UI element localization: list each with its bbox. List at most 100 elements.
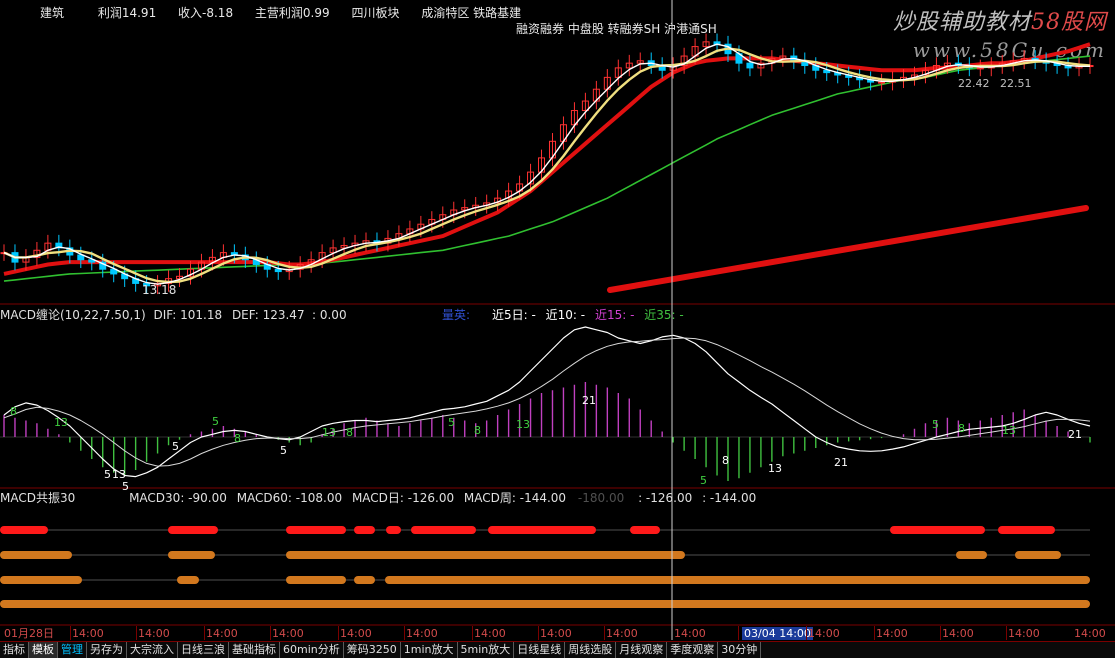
indicator-tab-bar: 指标 模板 管理 另存为 大宗流入 日线三浪 基础指标 60min分析 筹码3250 1min放大… xyxy=(0,641,1115,658)
macd-r2-value: : -144.00 xyxy=(702,491,757,505)
time-label: 14:00 xyxy=(340,627,372,640)
macd-count-label: 8 xyxy=(10,405,17,418)
macd-count-label: 13 xyxy=(322,426,336,439)
tab-12[interactable]: 周线选股 xyxy=(565,642,617,658)
macd-count-label: 8 xyxy=(474,424,481,437)
time-label: 14:00 xyxy=(406,627,438,640)
near15-label: 近15: - xyxy=(594,308,635,322)
tab-2[interactable]: 管理 xyxy=(58,642,87,658)
time-tick xyxy=(204,626,205,640)
time-label: 14:00 xyxy=(72,627,104,640)
time-label: 14:00 xyxy=(138,627,170,640)
macd-count-label: 5 xyxy=(700,474,707,487)
time-tick xyxy=(806,626,807,640)
macd-count-label: 8 xyxy=(234,432,241,445)
macd-def: DEF: 123.47 xyxy=(231,308,305,322)
macd-count-label: 13 xyxy=(54,416,68,429)
macd-header: MACD缠论(10,22,7.50,1) DIF: 101.18 DEF: 12… xyxy=(0,308,305,322)
macd-count-label: 21 xyxy=(834,456,848,469)
resonance-title: MACD共振30 xyxy=(0,491,76,505)
macd-count-label: 8 xyxy=(346,426,353,439)
macd-count-label: 5 xyxy=(104,468,111,481)
low-price-label: 13.18 xyxy=(142,283,177,297)
macd-count-label: 8 xyxy=(958,422,965,435)
time-tick xyxy=(940,626,941,640)
time-label: 14:00 xyxy=(606,627,638,640)
time-label: 14:00 xyxy=(474,627,506,640)
tab-7[interactable]: 60min分析 xyxy=(280,642,344,658)
time-label: 14:00 xyxy=(540,627,572,640)
macd-near-stats: 近5日: - 近10: - 近15: - 近35: - xyxy=(492,308,684,322)
macd-panel xyxy=(3,326,1091,481)
macd-count-label: 21 xyxy=(582,394,596,407)
candle-body xyxy=(274,268,282,273)
macd-count-label: 13 xyxy=(1002,424,1016,437)
macd-dif: DIF: 101.18 xyxy=(153,308,223,322)
macd-count-label: 5 xyxy=(172,440,179,453)
tab-9[interactable]: 1min放大 xyxy=(401,642,458,658)
time-label: 14:00 xyxy=(942,627,974,640)
ma-white-line xyxy=(3,43,1090,285)
tab-6[interactable]: 基础指标 xyxy=(229,642,280,658)
time-label: 01月28日 xyxy=(4,627,54,640)
price-panel xyxy=(0,33,1094,295)
time-tick xyxy=(604,626,605,640)
macd30-value: MACD30: -90.00 xyxy=(129,491,227,505)
ma-green-line xyxy=(3,55,1091,282)
time-tick xyxy=(1006,626,1007,640)
tab-4[interactable]: 大宗流入 xyxy=(127,642,178,658)
time-tick xyxy=(338,626,339,640)
time-tick xyxy=(738,626,739,640)
macd60-value: MACD60: -108.00 xyxy=(236,491,343,505)
macd-zero: : 0.00 xyxy=(312,308,347,322)
tab-10[interactable]: 5min放大 xyxy=(458,642,515,658)
tail-price-label-a: 22.42 xyxy=(958,77,990,90)
time-label: 14:00 xyxy=(272,627,304,640)
macd-count-label: 5 xyxy=(212,415,219,428)
time-label: 14:00 xyxy=(206,627,238,640)
tab-11[interactable]: 日线星线 xyxy=(514,642,566,658)
macd-count-label: 5 xyxy=(932,418,939,431)
time-label: 14:00 xyxy=(808,627,840,640)
time-label: 14:00 xyxy=(876,627,908,640)
macd-count-label: 5 xyxy=(448,416,455,429)
tab-8[interactable]: 筹码3250 xyxy=(344,642,401,658)
time-tick xyxy=(70,626,71,640)
macd-title: MACD缠论(10,22,7.50,1) xyxy=(0,308,146,322)
tab-14[interactable]: 季度观察 xyxy=(667,642,719,658)
macd-count-label: 5 xyxy=(280,444,287,457)
near5-label: 近5日: - xyxy=(492,308,536,322)
tab-0[interactable]: 指标 xyxy=(0,642,29,658)
near35-label: 近35: - xyxy=(644,308,684,322)
macd-extra: 量英: xyxy=(442,308,471,322)
candle-body xyxy=(746,62,754,69)
macd-dif-line xyxy=(3,326,1091,478)
tab-3[interactable]: 另存为 xyxy=(87,642,127,658)
time-tick xyxy=(874,626,875,640)
candle-body xyxy=(878,81,886,84)
tab-13[interactable]: 月线观察 xyxy=(616,642,668,658)
long-trend-line xyxy=(607,205,1089,293)
time-label: 14:00 xyxy=(1074,627,1106,640)
tail-price-label-b: 22.51 xyxy=(1000,77,1032,90)
resonance-header: MACD共振30 MACD30: -90.00 MACD60: -108.00 … xyxy=(0,491,756,505)
time-tick xyxy=(472,626,473,640)
macd-dim-value: -180.00 xyxy=(577,491,625,505)
tab-15[interactable]: 30分钟 xyxy=(718,642,762,658)
macd-count-label: 8 xyxy=(722,454,729,467)
time-tick xyxy=(270,626,271,640)
tab-1[interactable]: 模板 xyxy=(29,642,58,658)
chart-canvas[interactable] xyxy=(0,0,1115,657)
macd-day-value: MACD日: -126.00 xyxy=(351,491,455,505)
near10-label: 近10: - xyxy=(545,308,586,322)
time-tick xyxy=(538,626,539,640)
tab-5[interactable]: 日线三浪 xyxy=(178,642,229,658)
macd-count-label: 13 xyxy=(516,418,530,431)
time-label: 14:00 xyxy=(674,627,706,640)
macd-dea-line xyxy=(3,337,1091,467)
time-tick xyxy=(404,626,405,640)
macd-week-value: MACD周: -144.00 xyxy=(463,491,567,505)
resonance-panel xyxy=(0,526,1090,608)
macd-count-label: 13 xyxy=(768,462,782,475)
macd-r1-value: : -126.00 xyxy=(638,491,693,505)
